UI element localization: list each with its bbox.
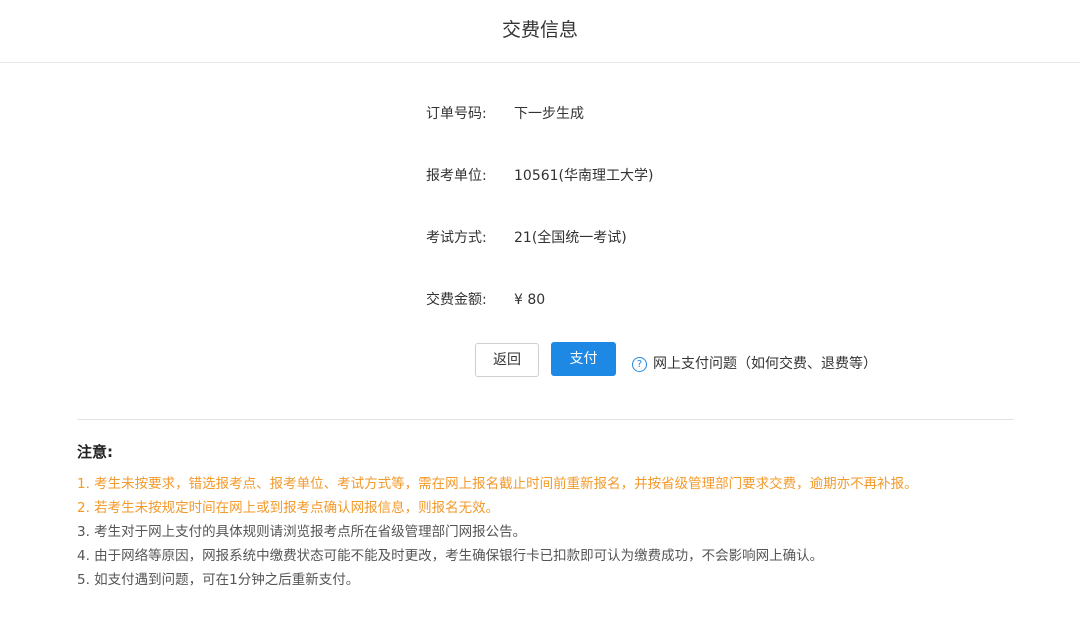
order-number-label: 订单号码:	[426, 106, 487, 122]
page-title: 交费信息	[501, 19, 578, 41]
fee-amount-value: ¥ 80	[514, 292, 546, 308]
order-number-value: 下一步生成	[514, 106, 584, 122]
exam-unit-value: 10561(华南理工大学)	[514, 168, 654, 184]
fee-amount-row: 交费金额: ¥ 80	[426, 289, 545, 309]
exam-mode-value: 21(全国统一考试)	[514, 230, 627, 246]
exam-mode-row: 考试方式: 21(全国统一考试)	[426, 227, 627, 247]
page-header: 交费信息	[0, 0, 1080, 63]
note-item: 1. 考生未按要求，错选报考点、报考单位、考试方式等，需在网上报名截止时间前重新…	[77, 476, 918, 492]
payment-help-link[interactable]: ? 网上支付问题（如何交费、退费等）	[632, 353, 877, 373]
notes-title: 注意:	[77, 443, 113, 461]
fee-amount-label: 交费金额:	[426, 292, 487, 308]
exam-unit-label: 报考单位:	[426, 168, 487, 184]
pay-button[interactable]: 支付	[551, 342, 616, 376]
exam-mode-label: 考试方式:	[426, 230, 487, 246]
order-number-row: 订单号码: 下一步生成	[426, 103, 584, 123]
note-item: 3. 考生对于网上支付的具体规则请浏览报考点所在省级管理部门网报公告。	[77, 524, 527, 540]
question-circle-icon: ?	[632, 357, 647, 372]
note-item: 5. 如支付遇到问题，可在1分钟之后重新支付。	[77, 572, 360, 588]
note-item: 2. 若考生未按规定时间在网上或到报考点确认网报信息，则报名无效。	[77, 500, 500, 516]
note-item: 4. 由于网络等原因，网报系统中缴费状态可能不能及时更改，考生确保银行卡已扣款即…	[77, 548, 824, 564]
back-button[interactable]: 返回	[475, 343, 539, 377]
notes-section: 注意: 1. 考生未按要求，错选报考点、报考单位、考试方式等，需在网上报名截止时…	[77, 441, 1067, 592]
exam-unit-row: 报考单位: 10561(华南理工大学)	[426, 165, 653, 185]
divider	[77, 419, 1014, 420]
payment-help-text: 网上支付问题（如何交费、退费等）	[653, 356, 877, 372]
